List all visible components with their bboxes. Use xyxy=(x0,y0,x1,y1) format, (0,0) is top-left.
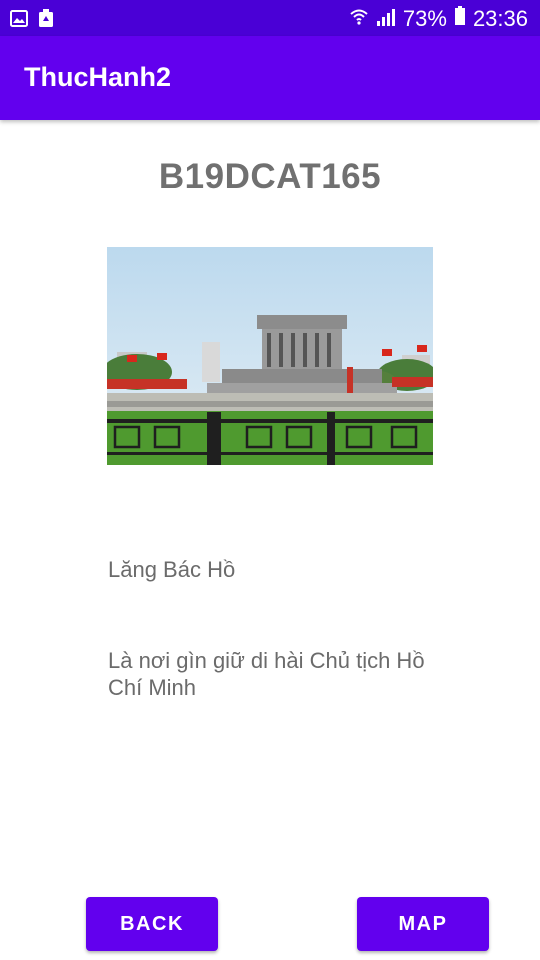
place-name: Lăng Bác Hồ xyxy=(108,557,236,582)
student-code-title: B19DCAT165 xyxy=(158,157,382,196)
app-title: ThucHanh2 xyxy=(24,62,172,92)
map-button[interactable]: MAP xyxy=(357,897,489,951)
wifi-icon xyxy=(349,6,369,32)
app-bar: ThucHanh2 xyxy=(0,36,540,120)
place-description: Là nơi gìn giữ di hài Chủ tịch Hồ Chí Mi… xyxy=(108,648,425,700)
battery-percent: 73% xyxy=(402,6,447,31)
status-time: 23:36 xyxy=(472,6,528,31)
recycle-icon xyxy=(38,9,54,33)
battery-icon xyxy=(454,6,466,32)
status-bar: 73% 23:36 xyxy=(0,0,540,36)
image-icon xyxy=(10,10,28,32)
status-left-icons xyxy=(10,9,54,33)
status-right-icons: 73% 23:36 xyxy=(349,6,528,32)
landmark-photo xyxy=(107,247,433,465)
signal-icon xyxy=(376,6,396,32)
back-button[interactable]: BACK xyxy=(86,897,218,951)
